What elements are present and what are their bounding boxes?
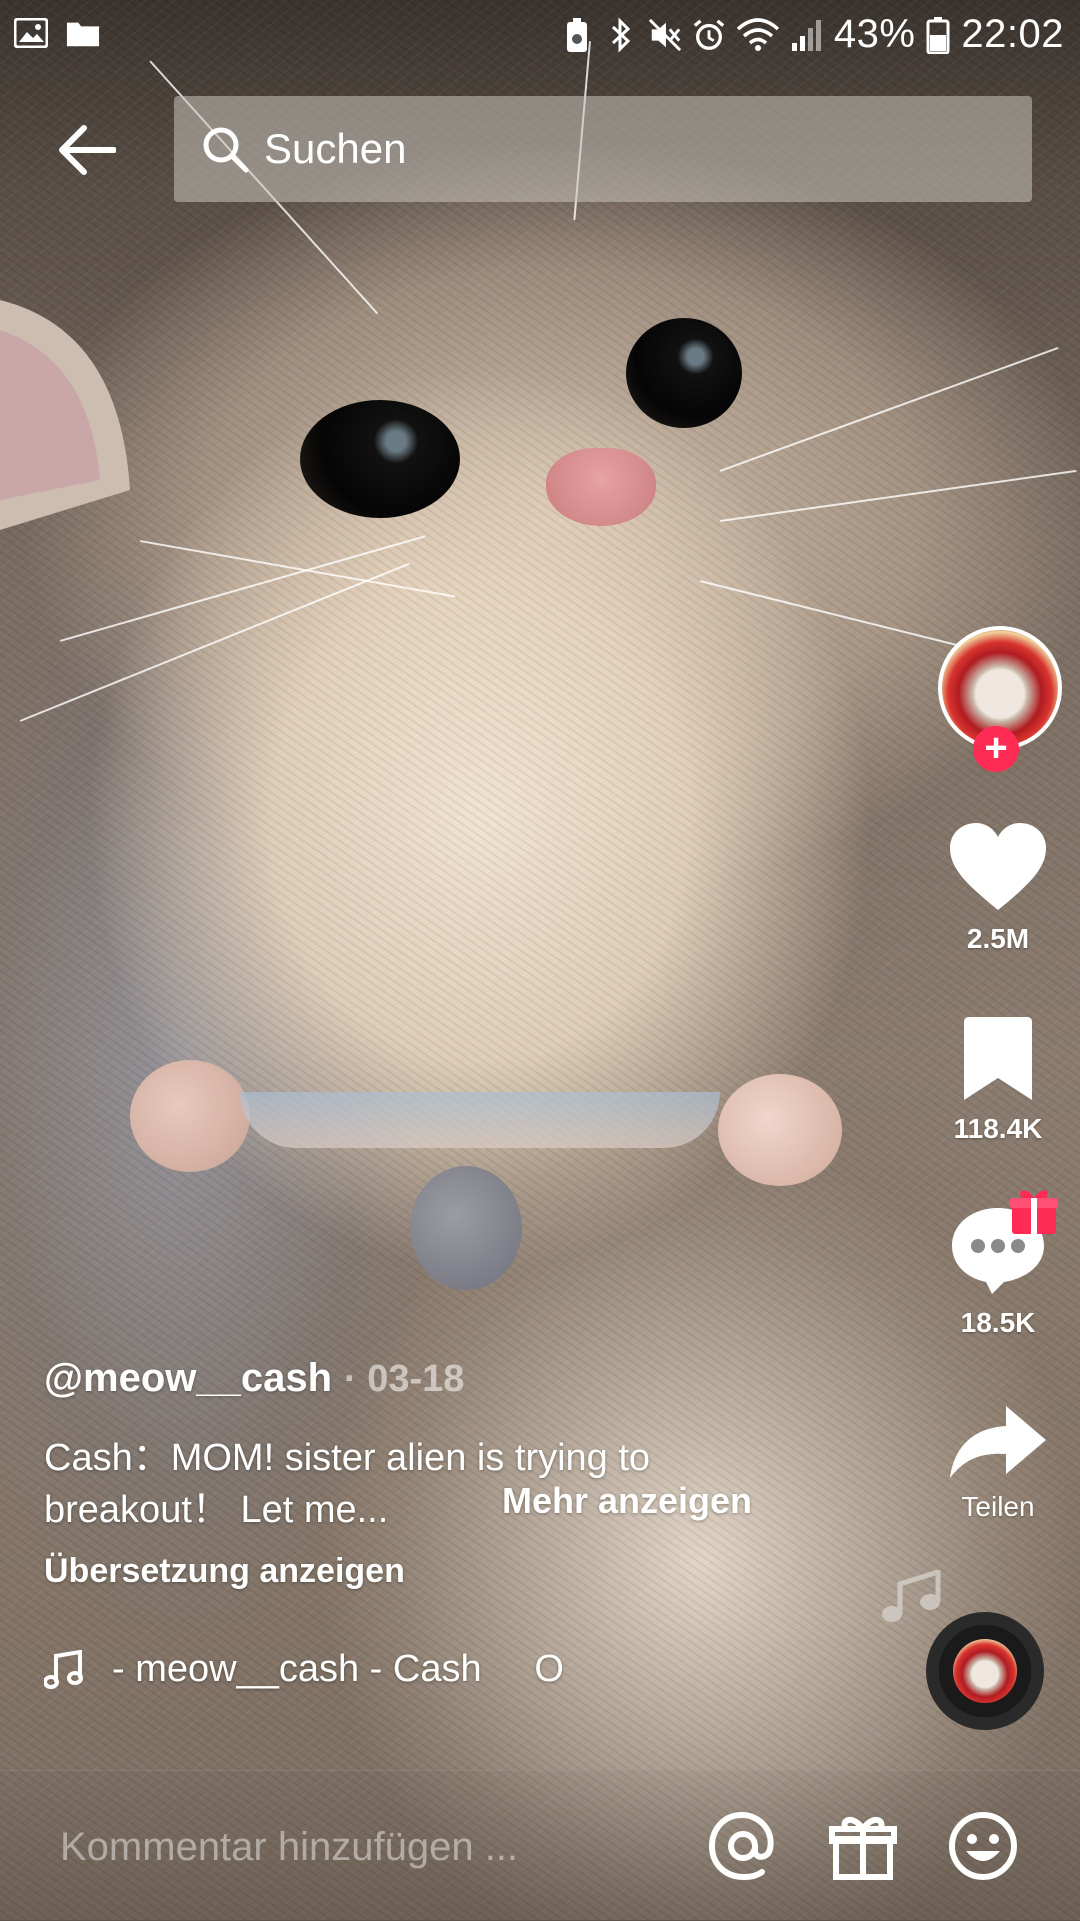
comment-bar: Kommentar hinzufügen ...: [0, 1770, 1080, 1921]
post-meta: @meow__cash · 03-18: [44, 1356, 464, 1401]
comment-count: 18.5K: [960, 1307, 1036, 1338]
mute-icon: [648, 18, 682, 52]
gift-icon[interactable]: [828, 1811, 898, 1881]
share-label: Teilen: [961, 1491, 1035, 1522]
username-link[interactable]: @meow__cash: [44, 1356, 332, 1401]
collar-pompom-right: [718, 1074, 842, 1186]
gallery-icon: [14, 16, 48, 50]
clock: 22:02: [961, 12, 1064, 56]
search-bar[interactable]: Suchen: [174, 96, 1032, 202]
heart-icon: [950, 823, 1046, 910]
like-button[interactable]: 2.5M: [938, 822, 1058, 955]
bookmark-icon: [964, 1017, 1032, 1100]
arrow-left-icon: [59, 125, 116, 175]
video-frame[interactable]: [0, 0, 1080, 1920]
folder-icon: [66, 16, 100, 50]
follow-button[interactable]: +: [973, 726, 1019, 772]
sound-link[interactable]: - meow__cash - Cash O: [44, 1648, 564, 1691]
signal-icon: [790, 18, 824, 52]
search-icon: [200, 124, 250, 174]
sound-title: - meow__cash - Cash O: [112, 1648, 564, 1690]
save-button[interactable]: 118.4K: [938, 1016, 1058, 1145]
mention-icon[interactable]: [708, 1811, 778, 1881]
show-translation-link[interactable]: Übersetzung anzeigen: [44, 1552, 405, 1591]
wifi-icon: [736, 17, 780, 52]
status-bar: 43% 22:02: [0, 0, 1080, 70]
cat-collar: [240, 1092, 720, 1148]
comment-input[interactable]: Kommentar hinzufügen ...: [60, 1825, 518, 1870]
sound-disc-button[interactable]: [926, 1612, 1044, 1730]
share-arrow-icon: [950, 1406, 1046, 1478]
post-date: · 03-18: [344, 1358, 465, 1400]
like-count: 2.5M: [966, 923, 1030, 954]
emoji-icon[interactable]: [948, 1811, 1018, 1881]
cat-nose: [546, 448, 656, 526]
music-note-icon: [44, 1649, 83, 1689]
collar-pompom-center: [410, 1166, 522, 1290]
show-more-link[interactable]: Mehr anzeigen: [502, 1480, 752, 1522]
alarm-icon: [692, 18, 726, 52]
sound-cover-image: [953, 1639, 1017, 1703]
save-count: 118.4K: [953, 1113, 1043, 1144]
share-button[interactable]: Teilen: [938, 1404, 1058, 1523]
cat-left-ear: [0, 300, 130, 530]
cat-right-eye: [626, 318, 742, 428]
battery-percent: 43%: [833, 12, 916, 56]
search-placeholder: Suchen: [264, 125, 407, 172]
bluetooth-icon: [604, 16, 638, 53]
battery-icon: [925, 16, 951, 54]
collar-pompom-left: [130, 1060, 250, 1172]
back-button[interactable]: [56, 118, 156, 182]
gift-badge-icon: [1008, 1184, 1060, 1236]
music-note-icon: [878, 1568, 942, 1626]
battery-saver-icon: [560, 17, 594, 52]
cat-left-eye: [300, 400, 460, 518]
carpet-texture: [0, 0, 1080, 1920]
